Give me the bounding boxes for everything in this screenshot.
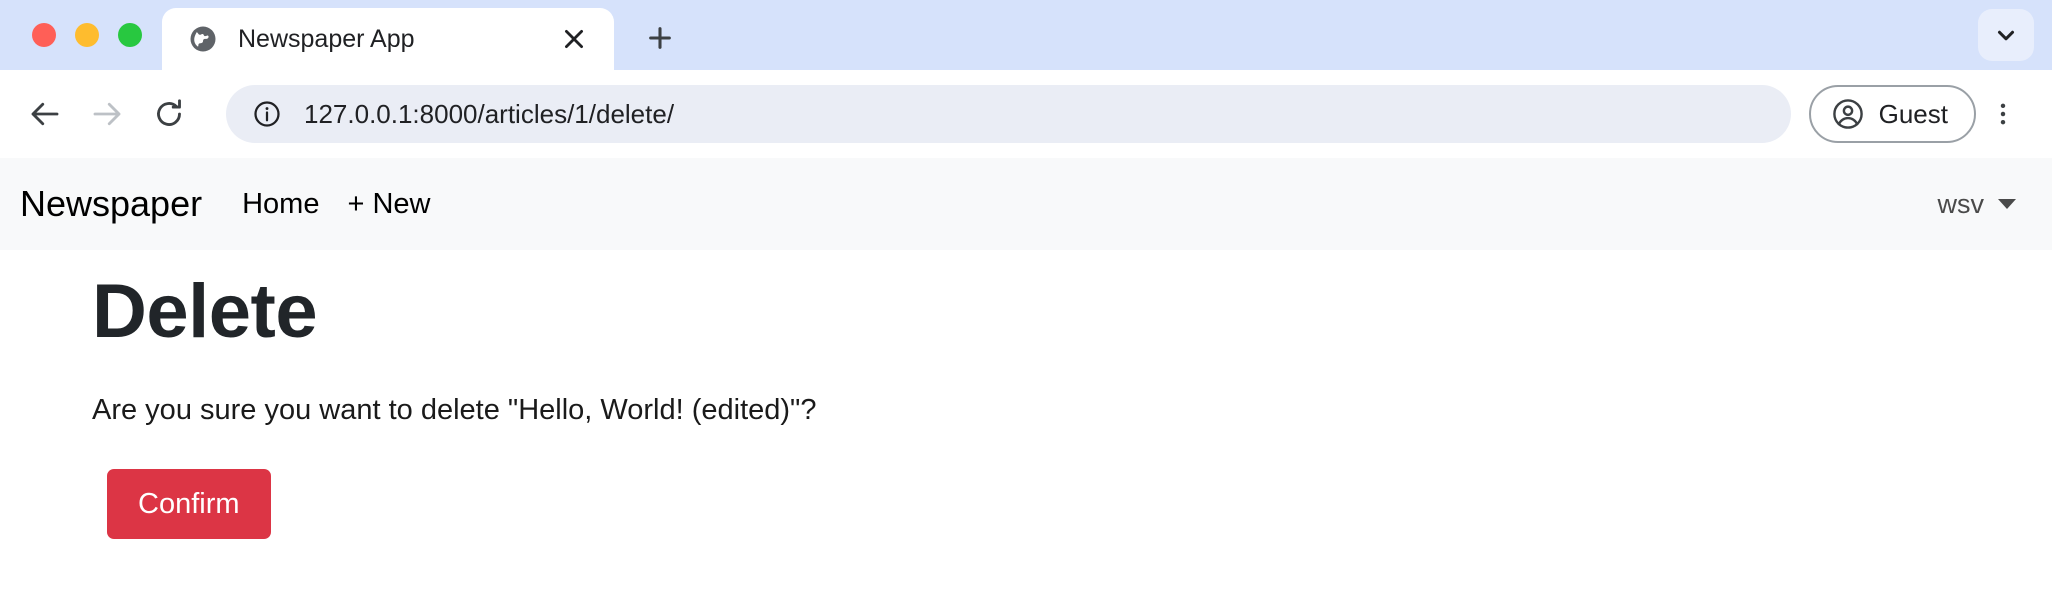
back-button[interactable] <box>14 83 76 145</box>
arrow-left-icon <box>31 102 59 126</box>
page-viewport: Newspaper Home + New wsv Delete Are you … <box>0 158 2052 608</box>
site-navbar: Newspaper Home + New wsv <box>0 158 2052 250</box>
info-circle-icon[interactable] <box>252 99 282 129</box>
browser-window: Newspaper App 127.0.0.1:8000/articles/1/… <box>0 0 2052 608</box>
close-window-button[interactable] <box>32 23 56 47</box>
close-icon[interactable] <box>556 21 592 57</box>
confirmation-message: Are you sure you want to delete "Hello, … <box>92 393 817 426</box>
navbar-brand[interactable]: Newspaper <box>20 183 202 225</box>
navbar-links: Home + New <box>242 188 430 221</box>
tab-title: Newspaper App <box>238 24 415 53</box>
forward-button[interactable] <box>76 83 138 145</box>
tab-list-button[interactable] <box>1978 9 2034 61</box>
minimize-window-button[interactable] <box>75 23 99 47</box>
plus-icon <box>649 27 671 49</box>
account-circle-icon <box>1832 99 1863 129</box>
main-content: Delete Are you sure you want to delete "… <box>0 250 2052 540</box>
browser-menu-button[interactable] <box>1976 83 2030 145</box>
close-glyph <box>565 30 583 48</box>
browser-tab[interactable]: Newspaper App <box>162 8 614 70</box>
caret-down-icon <box>1998 199 2016 209</box>
url-text: 127.0.0.1:8000/articles/1/delete/ <box>304 98 675 129</box>
page-title: Delete <box>92 269 318 354</box>
nav-link-new[interactable]: + New <box>347 188 430 221</box>
window-controls <box>0 0 162 70</box>
nav-link-home[interactable]: Home <box>242 188 319 221</box>
navbar-user-menu[interactable]: wsv <box>1938 189 2025 220</box>
navbar-username: wsv <box>1937 188 1985 219</box>
maximize-window-button[interactable] <box>118 23 142 47</box>
arrow-right-icon <box>93 102 121 126</box>
confirm-button[interactable]: Confirm <box>107 468 271 540</box>
browser-toolbar: 127.0.0.1:8000/articles/1/delete/ Guest <box>0 70 2052 158</box>
globe-icon <box>190 26 216 52</box>
tab-strip: Newspaper App <box>0 0 2052 70</box>
new-tab-button[interactable] <box>636 14 684 62</box>
address-bar[interactable]: 127.0.0.1:8000/articles/1/delete/ <box>226 85 1791 143</box>
three-dots-vertical-icon <box>2000 103 2006 125</box>
profile-label: Guest <box>1878 98 1948 129</box>
profile-button[interactable]: Guest <box>1808 85 1976 143</box>
chevron-down-icon <box>1997 30 2015 41</box>
reload-button[interactable] <box>138 83 200 145</box>
reload-icon <box>157 99 181 126</box>
